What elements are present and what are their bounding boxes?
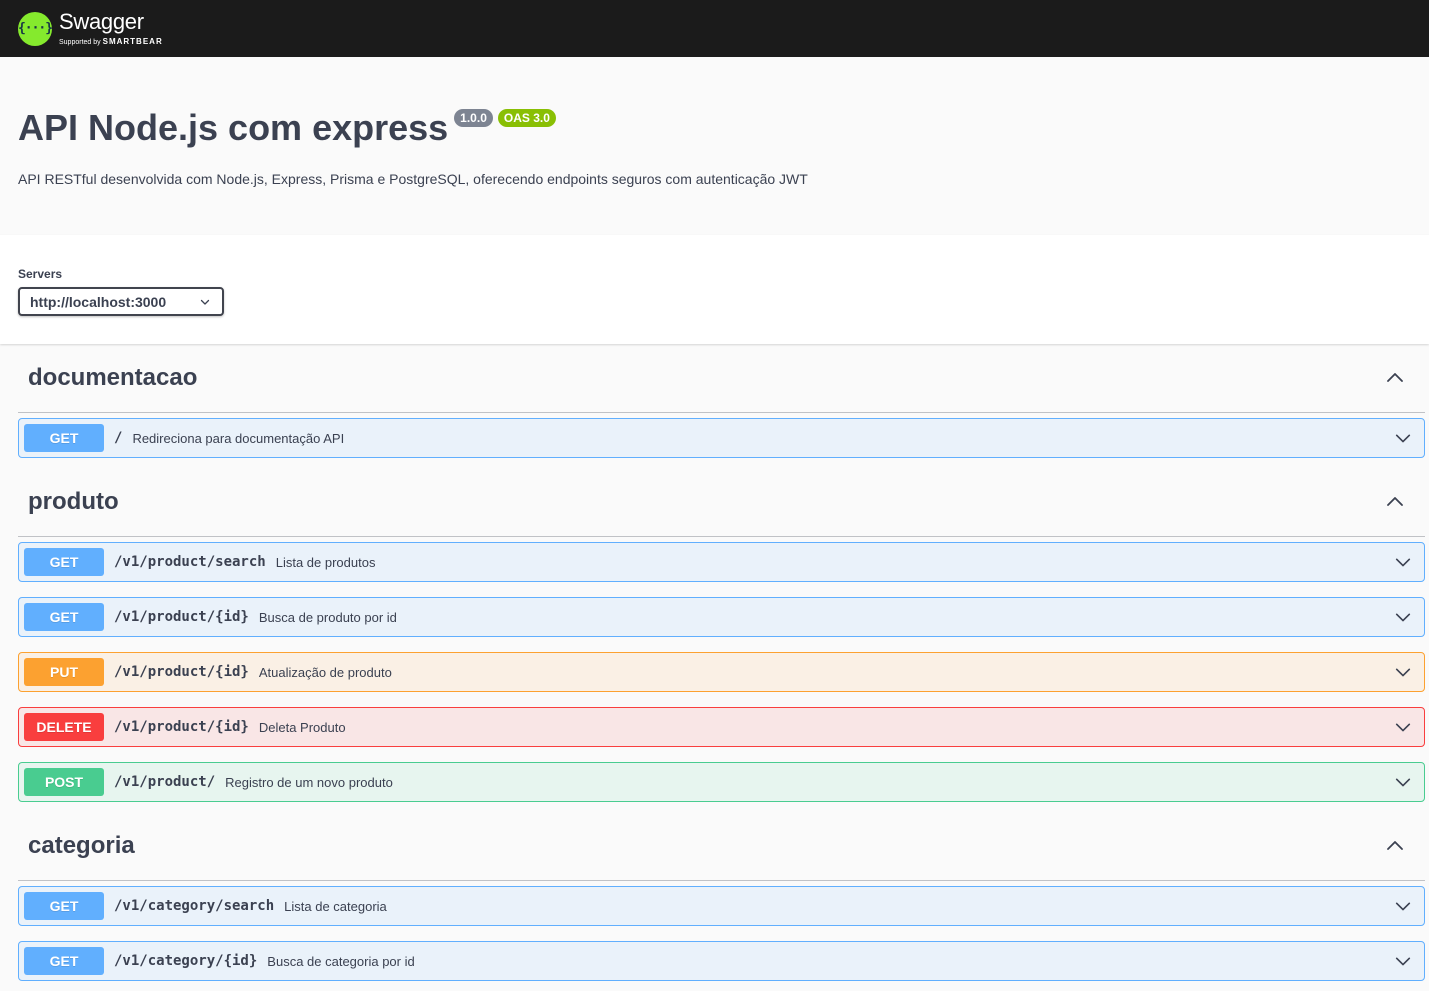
operation-summary: Registro de um novo produto	[225, 774, 393, 790]
oas-badge: OAS 3.0	[497, 109, 556, 127]
operation-path: /v1/product/{id}	[114, 609, 249, 625]
operation-path: /v1/category/search	[114, 898, 275, 914]
operation-path: /v1/product/search	[114, 554, 266, 570]
api-title: API Node.js com express	[18, 107, 449, 148]
tag-header-produto[interactable]: produto	[18, 468, 1425, 537]
server-select[interactable]: http://localhost:3000	[18, 287, 224, 316]
server-select-value: http://localhost:3000	[30, 293, 167, 310]
method-badge: GET	[24, 892, 104, 920]
chevron-up-icon	[1387, 841, 1403, 850]
tag-header-documentacao[interactable]: documentacao	[18, 344, 1425, 413]
swagger-logo-icon: {···}	[18, 11, 53, 46]
chevron-down-icon	[1395, 723, 1411, 732]
operation-summary: Lista de categoria	[284, 898, 387, 914]
operation-get[interactable]: GET/v1/category/{id} Busca de categoria p…	[18, 941, 1425, 981]
logo-text: Swagger Supported by SMARTBEAR	[59, 9, 163, 47]
logo-sub-brand: SMARTBEAR	[102, 37, 163, 46]
method-badge: GET	[24, 424, 104, 452]
chevron-down-icon	[1395, 902, 1411, 911]
operation-path: /v1/product/{id}	[114, 719, 249, 735]
operation-summary: Redireciona para documentação API	[132, 430, 345, 446]
operation-get[interactable]: GET / Redireciona para documentação API	[18, 418, 1425, 458]
operation-put[interactable]: PUT/v1/product/{id} Atualização de produt…	[18, 652, 1425, 692]
method-badge: GET	[24, 603, 104, 631]
operation-post[interactable]: POST/v1/product/Registro de um novo prod…	[18, 762, 1425, 802]
topbar: {···} Swagger Supported by SMARTBEAR	[0, 0, 1429, 57]
method-badge: PUT	[24, 658, 104, 686]
tag-title: produto	[28, 488, 119, 515]
api-description: API RESTful desenvolvida com Node.js, Ex…	[18, 171, 808, 187]
chevron-down-icon	[1395, 778, 1411, 787]
servers-label: Servers	[18, 267, 63, 281]
tag-title: categoria	[28, 832, 135, 859]
chevron-up-icon	[1387, 497, 1403, 506]
servers-section: Servers http://localhost:3000	[0, 235, 1429, 344]
operation-path: /	[114, 430, 123, 446]
version-badge: 1.0.0	[454, 109, 493, 127]
operation-summary: Busca de produto por id	[258, 609, 397, 625]
chevron-up-icon	[1387, 373, 1403, 382]
method-badge: DELETE	[24, 713, 104, 741]
logo-sub-prefix: Supported by	[59, 39, 101, 46]
operation-summary: Deleta Produto	[258, 719, 346, 735]
operation-delete[interactable]: DELETE/v1/product/{id} Deleta Produto	[18, 707, 1425, 747]
title-row: API Node.js com express 1.0.0 OAS 3.0	[18, 107, 1411, 149]
info-section: API Node.js com express 1.0.0 OAS 3.0 AP…	[0, 57, 1429, 235]
chevron-down-icon	[1395, 668, 1411, 677]
operation-summary: Lista de produtos	[275, 554, 376, 570]
method-badge: POST	[24, 768, 104, 796]
operation-get[interactable]: GET/v1/product/search Lista de produtos	[18, 542, 1425, 582]
operation-summary: Atualização de produto	[258, 664, 392, 680]
operation-summary: Busca de categoria por id	[267, 953, 415, 969]
method-badge: GET	[24, 947, 104, 975]
operation-path: /v1/category/{id}	[114, 953, 258, 969]
chevron-down-icon	[1395, 957, 1411, 966]
tag-title: documentacao	[28, 364, 198, 391]
chevron-down-icon	[200, 299, 210, 305]
chevron-down-icon	[1395, 558, 1411, 567]
tag-header-categoria[interactable]: categoria	[18, 812, 1425, 881]
operation-path: /v1/product/{id}	[114, 664, 249, 680]
swagger-logo[interactable]: {···} Swagger Supported by SMARTBEAR	[18, 9, 163, 47]
operations-content: documentacao GET / Redireciona para documen…	[0, 344, 1429, 991]
chevron-down-icon	[1395, 434, 1411, 443]
logo-sub: Supported by SMARTBEAR	[59, 37, 163, 46]
operation-get[interactable]: GET/v1/category/search Lista de categoria	[18, 886, 1425, 926]
logo-name: Swagger	[59, 9, 144, 34]
operation-path: /v1/product/	[114, 774, 216, 790]
method-badge: GET	[24, 548, 104, 576]
operation-get[interactable]: GET/v1/product/{id} Busca de produto por …	[18, 597, 1425, 637]
chevron-down-icon	[1395, 613, 1411, 622]
